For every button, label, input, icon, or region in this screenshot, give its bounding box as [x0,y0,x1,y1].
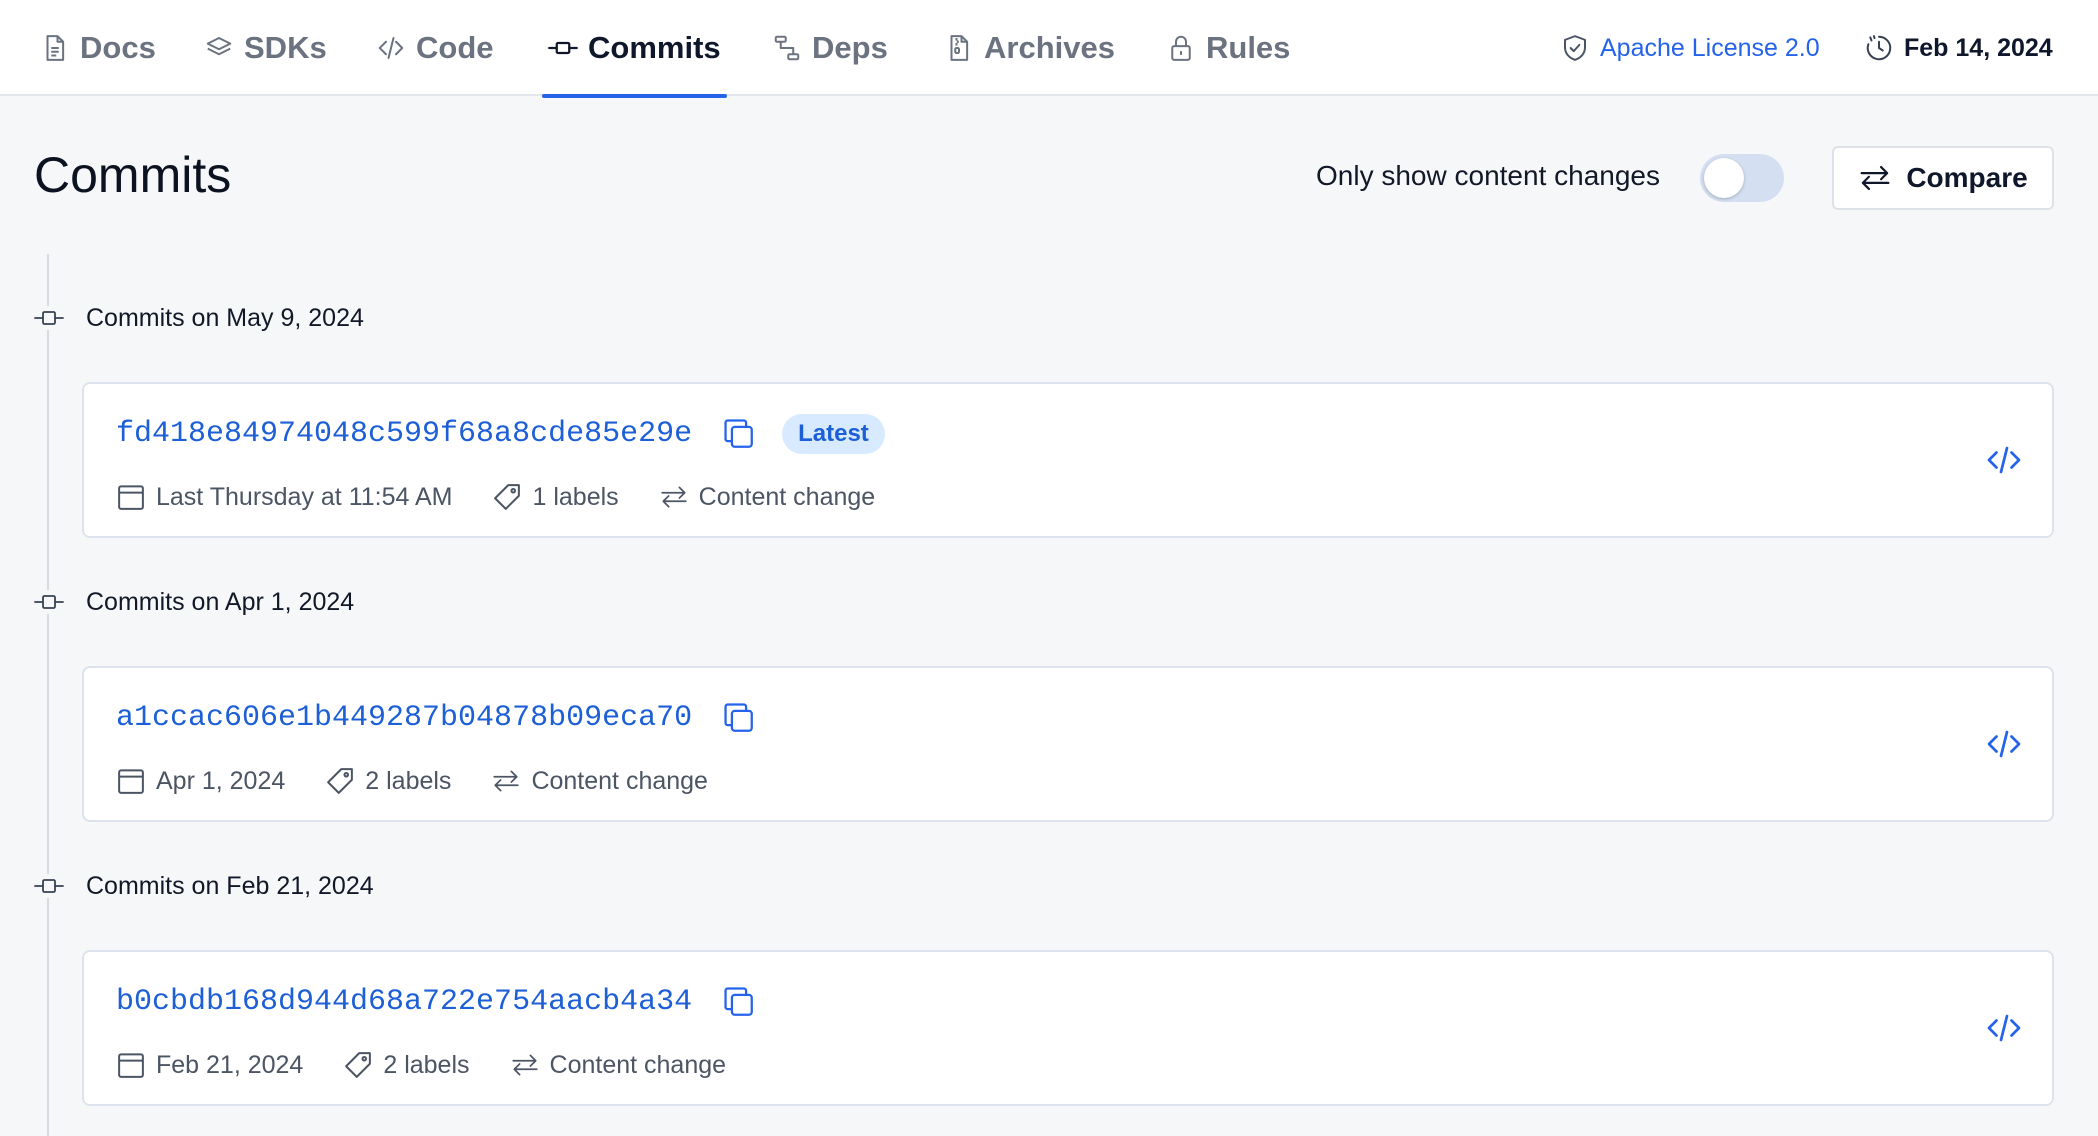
commit-group-heading: Commits on May 9, 2024 [34,298,364,338]
commit-card: a1ccac606e1b449287b04878b09eca70 Apr 1, … [82,666,2054,822]
commit-card: fd418e84974048c599f68a8cde85e29e Latest … [82,382,2054,538]
swap-arrows-icon [661,486,687,508]
tab-label: Code [416,30,494,65]
tag-icon [494,484,521,510]
commit-icon [34,874,64,898]
compare-label: Compare [1906,162,2028,193]
license-link[interactable]: Apache License 2.0 [1560,0,1820,96]
commit-date: Last Thursday at 11:54 AM [116,482,452,512]
commit-change-label: Content change [549,1050,727,1079]
view-code-icon[interactable] [1986,726,2022,762]
snapshot-date-label: Feb 14, 2024 [1904,33,2053,62]
dependency-icon [774,35,800,61]
tab-sdks[interactable]: SDKs [204,0,327,96]
code-icon [378,37,404,59]
archive-file-icon [950,35,969,61]
commit-group-date: Commits on Feb 21, 2024 [86,871,374,900]
copy-icon[interactable] [722,701,756,735]
commit-labels: 1 labels [492,482,619,512]
commit-card: b0cbdb168d944d68a722e754aacb4a34 Feb 21,… [82,950,2054,1106]
commit-icon [34,306,64,330]
snapshot-date: Feb 14, 2024 [1864,0,2053,96]
tab-label: Archives [984,30,1115,65]
timeline-line [47,254,49,1136]
commit-change-label: Content change [698,482,876,511]
tab-label: Commits [588,30,721,65]
tab-label: Docs [80,30,156,65]
shield-check-icon [1564,35,1586,61]
content-changes-toggle[interactable] [1700,154,1784,202]
tab-label: Rules [1206,30,1291,65]
tab-deps[interactable]: Deps [772,0,888,96]
commit-group-date: Commits on Apr 1, 2024 [86,587,355,616]
view-code-icon[interactable] [1986,442,2022,478]
tab-label: Deps [812,30,888,65]
commit-group-heading: Commits on Apr 1, 2024 [34,582,354,622]
tag-icon [327,768,354,794]
tab-code[interactable]: Code [376,0,494,96]
commit-date: Apr 1, 2024 [116,766,285,796]
commit-group-date: Commits on May 9, 2024 [86,303,364,332]
toggle-knob [1704,158,1744,198]
history-clock-icon [1866,35,1892,61]
lock-icon [1171,35,1191,61]
commit-labels-count: 2 labels [383,1050,470,1079]
copy-icon[interactable] [722,985,756,1019]
document-icon [46,35,65,61]
compare-button[interactable]: Compare [1832,146,2054,210]
commit-hash-link[interactable]: b0cbdb168d944d68a722e754aacb4a34 [116,985,692,1019]
swap-arrows-icon [493,770,520,792]
commit-labels: 2 labels [343,1050,470,1080]
calendar-icon [118,1053,144,1078]
commit-change-type: Content change [659,482,876,512]
content-changes-toggle-label: Only show content changes [1316,160,1660,191]
calendar-icon [118,769,144,794]
license-label: Apache License 2.0 [1600,33,1820,62]
commit-change-type: Content change [510,1050,727,1080]
commit-group-heading: Commits on Feb 21, 2024 [34,866,374,906]
tab-archives[interactable]: Archives [944,0,1115,96]
commit-date-label: Last Thursday at 11:54 AM [156,482,453,511]
tab-rules[interactable]: Rules [1166,0,1290,96]
layers-icon [206,37,232,56]
calendar-icon [118,485,144,510]
tab-docs[interactable]: Docs [40,0,156,96]
tab-label: SDKs [244,30,327,65]
tab-commits[interactable]: Commits [542,0,727,98]
page-title: Commits [34,147,232,203]
commit-icon [34,590,64,614]
swap-arrows-icon [511,1054,538,1076]
swap-arrows-icon [1860,165,1890,191]
tag-icon [345,1052,372,1078]
commit-change-label: Content change [531,766,708,795]
top-navigation: Docs SDKs Code Commits Deps Archives Rul… [0,0,2098,98]
commit-hash-link[interactable]: a1ccac606e1b449287b04878b09eca70 [116,701,692,735]
commit-hash-link[interactable]: fd418e84974048c599f68a8cde85e29e [116,417,692,451]
commit-labels: 2 labels [325,766,451,796]
commit-date-label: Apr 1, 2024 [156,766,286,795]
commit-icon [548,41,578,55]
commit-change-type: Content change [491,766,708,796]
commit-labels-count: 2 labels [365,766,452,795]
latest-badge: Latest [782,414,885,454]
commit-labels-count: 1 labels [532,482,619,511]
commit-date: Feb 21, 2024 [116,1050,303,1080]
copy-icon[interactable] [722,417,756,451]
commit-date-label: Feb 21, 2024 [156,1050,304,1079]
view-code-icon[interactable] [1986,1010,2022,1046]
